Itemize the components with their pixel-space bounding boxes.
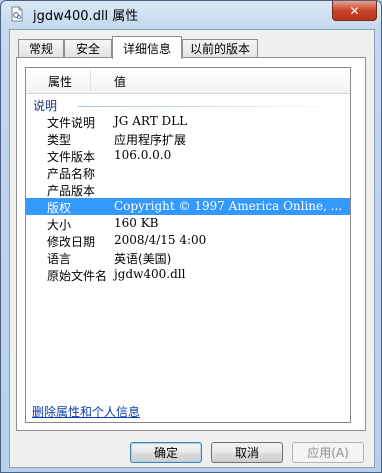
- list-item[interactable]: 修改日期 2008/4/15 4:00: [26, 232, 350, 249]
- property-value: 160 KB: [114, 216, 159, 230]
- property-value: 英语(美国): [114, 252, 172, 266]
- close-button[interactable]: ✕: [332, 1, 377, 21]
- title-bar[interactable]: jgdw400.dll 属性 ✕: [1, 1, 382, 29]
- property-name: 产品版本: [47, 184, 96, 198]
- column-header-property[interactable]: 属性: [48, 73, 72, 90]
- property-value: Copyright © 1997 America Online, ...: [114, 199, 343, 213]
- tab-general[interactable]: 常规: [18, 39, 64, 57]
- list-item[interactable]: 类型 应用程序扩展: [26, 130, 350, 147]
- list-item[interactable]: 大小 160 KB: [26, 215, 350, 232]
- tab-details[interactable]: 详细信息: [112, 36, 182, 59]
- apply-button[interactable]: 应用(A): [292, 442, 364, 463]
- property-name: 大小: [47, 218, 72, 232]
- remove-properties-link[interactable]: 删除属性和个人信息: [32, 403, 140, 420]
- property-value: 2008/4/15 4:00: [114, 233, 207, 247]
- property-name: 文件版本: [47, 150, 96, 164]
- properties-list[interactable]: 属性 值 说明 文件说明 JG ART DLL 类型 应用程序扩展 文件版本 1…: [25, 67, 351, 423]
- tab-security[interactable]: 安全: [64, 39, 112, 57]
- list-header: 属性 值: [26, 68, 350, 94]
- list-item[interactable]: 文件说明 JG ART DLL: [26, 113, 350, 130]
- property-name: 文件说明: [47, 116, 96, 130]
- tab-previous-versions[interactable]: 以前的版本: [182, 39, 258, 57]
- list-item[interactable]: 语言 英语(美国): [26, 249, 350, 266]
- property-value: 应用程序扩展: [114, 133, 187, 147]
- property-name: 修改日期: [47, 235, 96, 249]
- dialog-window: jgdw400.dll 属性 ✕ 常规 安全 详细信息 以前的版本 属性 值 说…: [0, 0, 382, 473]
- property-name: 语言: [47, 252, 72, 266]
- group-divider: [78, 106, 344, 107]
- close-icon: ✕: [349, 3, 360, 18]
- list-item[interactable]: 产品版本: [26, 181, 350, 198]
- property-name: 版权: [47, 201, 72, 215]
- property-value: jgdw400.dll: [114, 267, 186, 281]
- list-item[interactable]: 原始文件名 jgdw400.dll: [26, 266, 350, 283]
- property-value: 106.0.0.0: [114, 148, 172, 162]
- ok-button[interactable]: 确定: [130, 442, 202, 463]
- dialog-body: 常规 安全 详细信息 以前的版本 属性 值 说明 文件说明 JG ART DLL: [9, 29, 375, 468]
- property-name: 产品名称: [47, 167, 96, 181]
- property-name: 类型: [47, 133, 72, 147]
- property-name: 原始文件名: [47, 269, 108, 283]
- cancel-button[interactable]: 取消: [211, 442, 283, 463]
- list-item[interactable]: 文件版本 106.0.0.0: [26, 147, 350, 164]
- group-header-description: 说明: [33, 99, 58, 113]
- list-item[interactable]: 产品名称: [26, 164, 350, 181]
- property-value: JG ART DLL: [114, 114, 188, 128]
- window-title: jgdw400.dll 属性: [33, 9, 139, 24]
- details-panel: 属性 值 说明 文件说明 JG ART DLL 类型 应用程序扩展 文件版本 1…: [16, 57, 366, 431]
- list-item-selected[interactable]: 版权 Copyright © 1997 America Online, ...: [26, 198, 350, 215]
- file-icon: [11, 6, 23, 22]
- column-header-value[interactable]: 值: [114, 73, 126, 90]
- column-divider[interactable]: [90, 70, 91, 91]
